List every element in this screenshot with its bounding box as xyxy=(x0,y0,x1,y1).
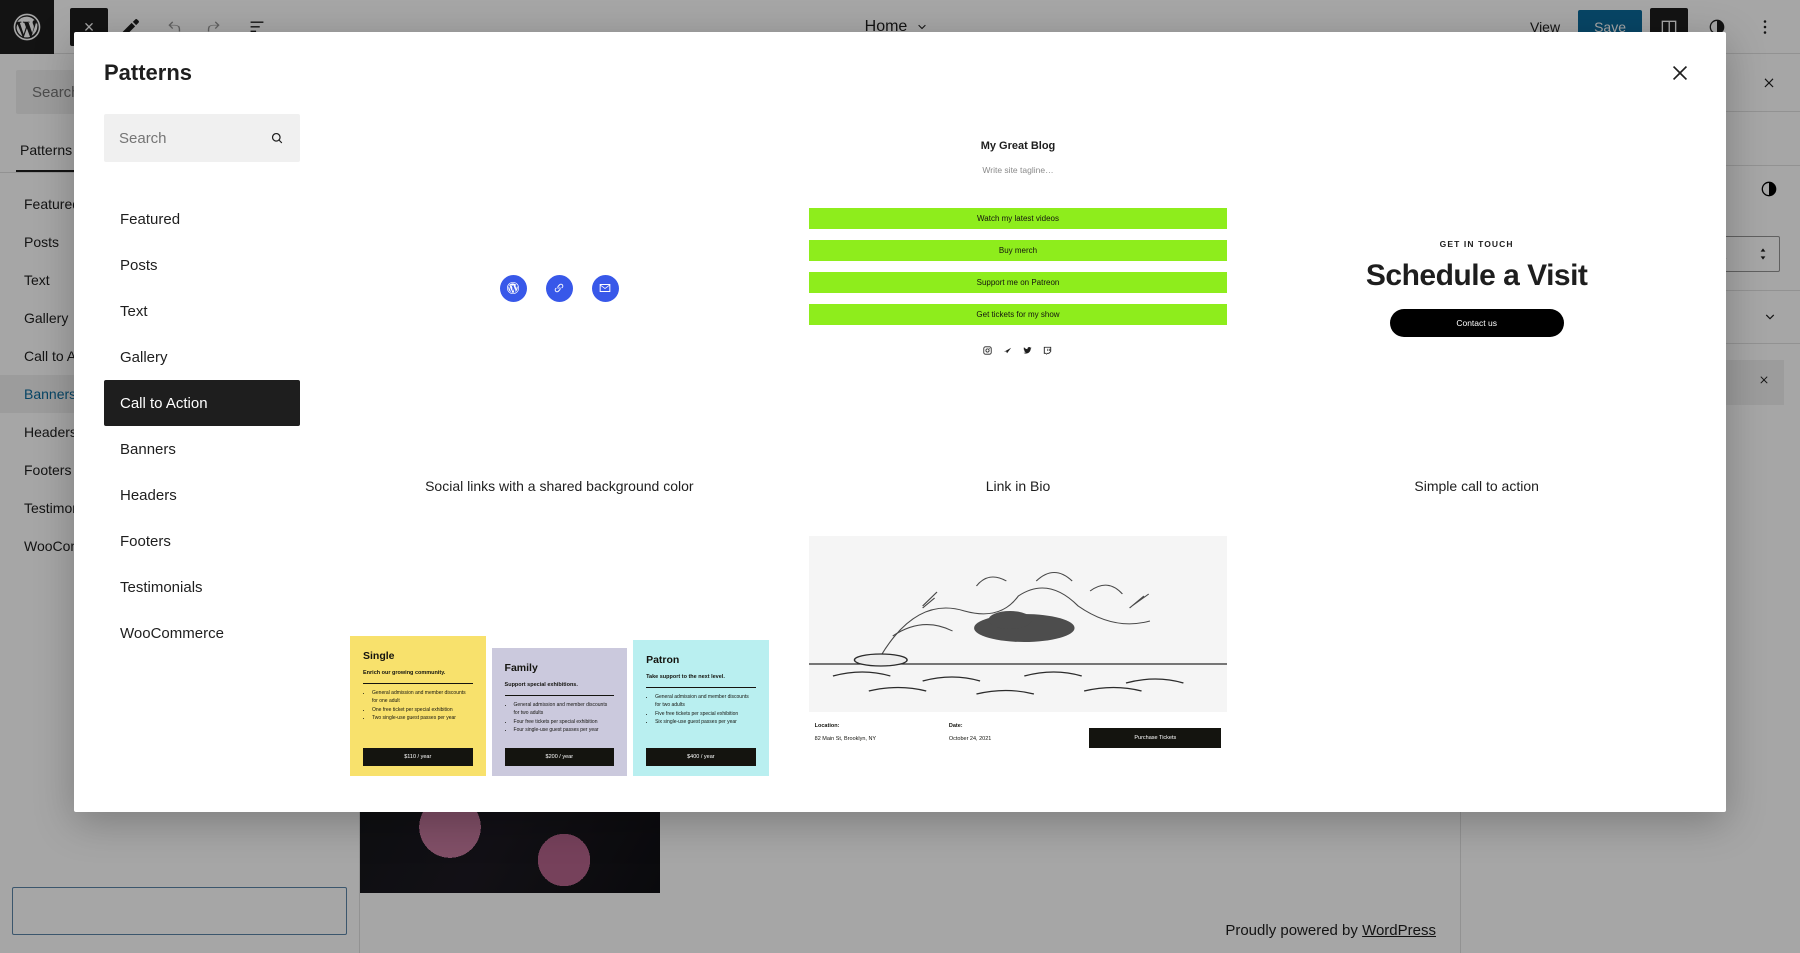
pattern-preview-social-links xyxy=(350,114,769,462)
pricing-feature: Four free tickets per special exhibition xyxy=(514,719,615,727)
pricing-features-single: General admission and member discounts f… xyxy=(363,690,473,723)
event-location-label: Location: xyxy=(814,723,840,729)
pricing-subtitle-family: Support special exhibitions. xyxy=(504,682,578,688)
bio-social-row xyxy=(809,345,1228,356)
pricing-subtitle-patron: Take support to the next level. xyxy=(646,674,725,680)
patterns-category-featured[interactable]: Featured xyxy=(104,196,300,242)
bio-button-merch: Buy merch xyxy=(808,240,1228,261)
pattern-card-link-in-bio[interactable]: My Great Blog Write site tagline… Watch … xyxy=(808,114,1228,528)
pricing-title-patron: Patron xyxy=(646,654,680,666)
pricing-divider xyxy=(504,695,615,696)
pattern-preview-event: Location: 82 Main St, Brooklyn, NY Date:… xyxy=(808,536,1228,776)
pricing-title-single: Single xyxy=(363,650,395,662)
patterns-category-call-to-action[interactable]: Call to Action xyxy=(104,380,300,426)
pricing-feature: General admission and member discounts f… xyxy=(372,690,473,706)
twitter-icon xyxy=(1023,347,1033,354)
patterns-category-woocommerce[interactable]: WooCommerce xyxy=(104,610,300,656)
pricing-price-patron: $400 / year xyxy=(646,748,756,766)
patterns-category-headers[interactable]: Headers xyxy=(104,472,300,518)
pricing-divider xyxy=(646,687,756,688)
pricing-subtitle-single: Enrich our growing community. xyxy=(363,670,446,676)
patterns-modal-title: Patterns xyxy=(104,60,193,85)
bio-button-videos: Watch my latest videos xyxy=(808,208,1228,229)
pricing-feature: General admission and member discounts f… xyxy=(514,702,615,718)
pattern-caption-simple-cta: Simple call to action xyxy=(1414,478,1539,494)
patterns-modal-header: Patterns xyxy=(74,32,1726,114)
event-date-value: October 24, 2021 xyxy=(948,736,992,742)
pricing-feature: Two single-use guest passes per year xyxy=(372,715,473,723)
link-icon xyxy=(545,274,573,302)
instagram-icon xyxy=(983,346,993,355)
event-meta: Location: 82 Main St, Brooklyn, NY Date:… xyxy=(809,712,1228,748)
pricing-card-single: Single Enrich our growing community. Gen… xyxy=(350,636,486,776)
patterns-grid-area: Social links with a shared background co… xyxy=(300,114,1726,812)
pattern-card-pricing[interactable]: Single Enrich our growing community. Gen… xyxy=(350,536,769,776)
event-location-value: 82 Main St, Brooklyn, NY xyxy=(814,736,877,742)
patterns-category-testimonials[interactable]: Testimonials xyxy=(104,564,300,610)
patterns-modal-body: Search Featured Posts Text Gallery Call … xyxy=(74,114,1726,812)
patterns-modal: Patterns Search Featured Posts Text Gall… xyxy=(74,32,1726,812)
patterns-sidebar: Search Featured Posts Text Gallery Call … xyxy=(74,114,300,812)
pattern-caption-social-links: Social links with a shared background co… xyxy=(425,478,694,494)
event-purchase-tickets-button: Purchase Tickets xyxy=(1089,728,1222,748)
pricing-title-family: Family xyxy=(504,662,538,674)
pricing-divider xyxy=(363,683,473,684)
bio-site-title: My Great Blog xyxy=(980,140,1056,152)
patterns-category-footers[interactable]: Footers xyxy=(104,518,300,564)
pattern-preview-link-in-bio: My Great Blog Write site tagline… Watch … xyxy=(808,114,1228,462)
pattern-card-event[interactable]: Location: 82 Main St, Brooklyn, NY Date:… xyxy=(808,536,1228,776)
event-date-col: Date: October 24, 2021 xyxy=(949,723,1083,742)
pattern-card-empty xyxy=(1267,536,1686,776)
pricing-price-family: $200 / year xyxy=(504,748,615,766)
cta-heading: Schedule a Visit xyxy=(1365,259,1588,292)
patterns-category-list: Featured Posts Text Gallery Call to Acti… xyxy=(104,196,300,656)
event-sketch-icon xyxy=(808,536,1228,712)
patterns-category-banners[interactable]: Banners xyxy=(104,426,300,472)
pricing-features-family: General admission and member discounts f… xyxy=(505,702,615,735)
pricing-price-single: $110 / year xyxy=(363,748,473,766)
pattern-caption-link-in-bio: Link in Bio xyxy=(985,478,1051,494)
mail-icon xyxy=(591,274,619,302)
pattern-card-simple-cta[interactable]: GET IN TOUCH Schedule a Visit Contact us… xyxy=(1267,114,1686,528)
bio-button-tickets: Get tickets for my show xyxy=(808,304,1228,325)
patterns-search-input[interactable]: Search xyxy=(104,114,300,162)
bio-tagline: Write site tagline… xyxy=(982,165,1054,175)
cta-eyebrow: GET IN TOUCH xyxy=(1439,239,1514,249)
patterns-category-text[interactable]: Text xyxy=(104,288,300,334)
pricing-features-patron: General admission and member discounts f… xyxy=(646,694,756,727)
pattern-preview-simple-cta: GET IN TOUCH Schedule a Visit Contact us xyxy=(1267,114,1686,462)
patterns-search-placeholder: Search xyxy=(119,129,167,147)
search-icon xyxy=(271,132,283,143)
pricing-feature: General admission and member discounts f… xyxy=(655,694,756,710)
pricing-feature: One free ticket per special exhibition xyxy=(372,707,473,715)
pattern-preview-pricing: Single Enrich our growing community. Gen… xyxy=(350,536,769,776)
bio-button-patreon: Support me on Patreon xyxy=(808,272,1228,293)
pricing-feature: Five free tickets per special exhibition xyxy=(655,711,756,719)
close-icon xyxy=(1672,65,1688,81)
wordpress-icon xyxy=(499,274,527,302)
share-icon xyxy=(1004,347,1012,354)
bio-button-list: Watch my latest videos Buy merch Support… xyxy=(808,208,1228,325)
pricing-card-family: Family Support special exhibitions. Gene… xyxy=(491,648,628,776)
patterns-category-posts[interactable]: Posts xyxy=(104,242,300,288)
patterns-grid: Social links with a shared background co… xyxy=(350,114,1686,776)
pricing-card-patron: Patron Take support to the next level. G… xyxy=(633,640,769,776)
pattern-card-social-links[interactable]: Social links with a shared background co… xyxy=(350,114,769,528)
event-date-label: Date: xyxy=(948,723,963,729)
event-illustration xyxy=(808,536,1228,712)
event-location-col: Location: 82 Main St, Brooklyn, NY xyxy=(815,723,949,742)
patterns-modal-close-button[interactable] xyxy=(1660,53,1700,93)
twitch-icon xyxy=(1044,346,1052,355)
patterns-category-gallery[interactable]: Gallery xyxy=(104,334,300,380)
cta-contact-button: Contact us xyxy=(1389,309,1564,337)
pricing-feature: Six single-use guest passes per year xyxy=(655,719,756,727)
pricing-feature: Four single-use guest passes per year xyxy=(514,727,615,735)
